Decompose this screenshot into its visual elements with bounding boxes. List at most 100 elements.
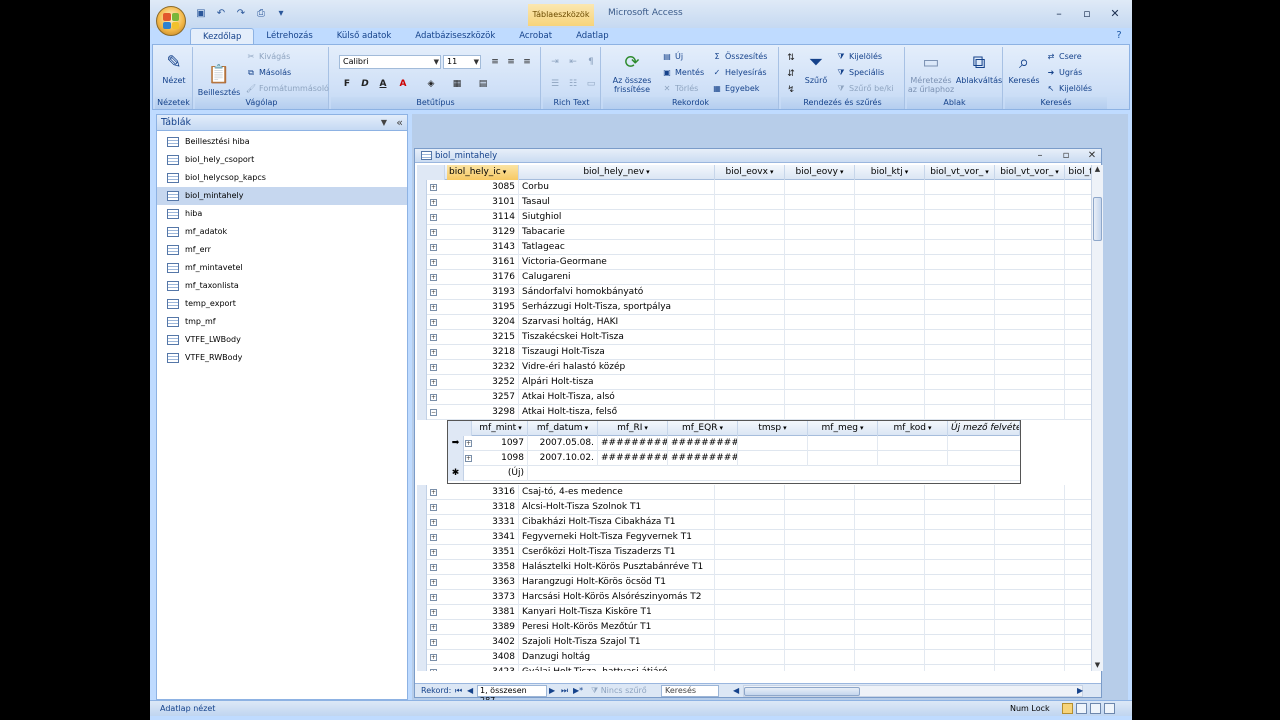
sub-cell[interactable]: ########## [598, 451, 668, 466]
row-selector[interactable] [417, 300, 427, 315]
clear-sort-icon[interactable]: ↯ [783, 83, 799, 97]
expand-icon[interactable]: + [430, 199, 437, 206]
dropdown-arrow-icon[interactable]: ▾ [719, 424, 723, 432]
cell-biol-hely-id[interactable]: 3218 [447, 345, 519, 360]
cell-empty[interactable] [785, 635, 855, 650]
select-button[interactable]: ↖ Kijelölés [1045, 83, 1092, 95]
undo-icon[interactable]: ↶ [214, 8, 228, 20]
view-button[interactable]: ✎ Nézet [159, 49, 189, 86]
cell-biol-hely-id[interactable]: 3215 [447, 330, 519, 345]
cell-empty[interactable] [785, 390, 855, 405]
cell-empty[interactable] [995, 665, 1065, 671]
expand-icon[interactable]: + [430, 289, 437, 296]
cell-empty[interactable] [995, 225, 1065, 240]
row-selector[interactable] [417, 390, 427, 405]
tab-kulso-adatok[interactable]: Külső adatok [325, 28, 404, 44]
cell-empty[interactable] [785, 345, 855, 360]
sub-cell[interactable]: 2007.10.02. [528, 451, 598, 466]
table-row[interactable]: +3318 Alcsi-Holt-Tisza Szolnok T1 [417, 500, 1097, 515]
minimize-icon[interactable]: – [1033, 149, 1047, 163]
cell-biol-hely-id[interactable]: 3161 [447, 255, 519, 270]
cell-empty[interactable] [715, 195, 785, 210]
copy-button[interactable]: ⧉ Másolás [245, 67, 291, 79]
cell-empty[interactable] [855, 530, 925, 545]
nav-item-table[interactable]: biol_helycsop_kapcs [157, 169, 407, 187]
cell-empty[interactable] [715, 285, 785, 300]
cell-empty[interactable] [855, 665, 925, 671]
table-row[interactable]: +3218 Tiszaugi Holt-Tisza [417, 345, 1097, 360]
chevron-down-icon[interactable]: ▼ [381, 118, 387, 127]
cell-empty[interactable] [925, 530, 995, 545]
sub-cell[interactable]: ########## [668, 436, 738, 451]
highlight-icon[interactable]: ▭ [583, 77, 599, 91]
cell-empty[interactable] [785, 225, 855, 240]
cell-biol-hely-nev[interactable]: Tasaul [519, 195, 715, 210]
table-row[interactable]: +3143 Tatlageac [417, 240, 1097, 255]
totals-button[interactable]: Σ Összesítés [711, 51, 767, 63]
table-row[interactable]: +3252 Alpári Holt-tisza [417, 375, 1097, 390]
cell-biol-hely-nev[interactable]: Alcsi-Holt-Tisza Szolnok T1 [519, 500, 715, 515]
expand-icon[interactable]: + [430, 564, 437, 571]
cell-biol-hely-id[interactable]: 3389 [447, 620, 519, 635]
cell-empty[interactable] [995, 375, 1065, 390]
sub-cell-empty[interactable] [878, 451, 948, 466]
cell-empty[interactable] [995, 345, 1065, 360]
table-row[interactable]: +3193 Sándorfalvi homokbányató [417, 285, 1097, 300]
dropdown-arrow-icon[interactable]: ▾ [860, 424, 864, 432]
cell-biol-hely-nev[interactable]: Fegyverneki Holt-Tisza Fegyvernek T1 [519, 530, 715, 545]
tab-acrobat[interactable]: Acrobat [507, 28, 564, 44]
fit-to-form-button[interactable]: ▭ Méretezés az űrlaphoz [907, 49, 955, 95]
cell-empty[interactable] [855, 195, 925, 210]
font-color-icon[interactable]: A [395, 77, 411, 91]
row-selector[interactable] [417, 375, 427, 390]
cell-empty[interactable] [995, 560, 1065, 575]
cell-empty[interactable] [855, 485, 925, 500]
cell-empty[interactable] [995, 635, 1065, 650]
row-selector[interactable] [448, 451, 464, 466]
sub-column-header[interactable]: mf_EQR ▾ [668, 421, 738, 436]
expand-icon[interactable]: + [430, 244, 437, 251]
nav-item-table[interactable]: VTFE_LWBody [157, 331, 407, 349]
expand-icon[interactable]: + [430, 549, 437, 556]
refresh-all-button[interactable]: ⟳ Az összes frissítése [607, 49, 657, 95]
new-record-nav-icon[interactable]: ▶* [573, 684, 583, 698]
record-position-field[interactable]: 1, összesen 287 [477, 685, 547, 705]
sub-cell-empty[interactable] [738, 451, 808, 466]
cell-empty[interactable] [715, 650, 785, 665]
cell-biol-hely-nev[interactable]: Csaj-tó, 4-es medence [519, 485, 715, 500]
cell-empty[interactable] [995, 390, 1065, 405]
sub-cell[interactable]: 1097 [474, 436, 528, 451]
toggle-filter-button[interactable]: ⧩ Szűrő be/ki [835, 83, 893, 95]
cell-biol-hely-nev[interactable]: Tatlageac [519, 240, 715, 255]
cell-biol-hely-id[interactable]: 3252 [447, 375, 519, 390]
cell-empty[interactable] [785, 665, 855, 671]
cell-biol-hely-nev[interactable]: Siutghiol [519, 210, 715, 225]
cell-biol-hely-nev[interactable]: Danzugi holtág [519, 650, 715, 665]
expand-icon[interactable]: + [430, 229, 437, 236]
expand-icon[interactable]: + [430, 489, 437, 496]
cell-biol-hely-id[interactable]: 3408 [447, 650, 519, 665]
cell-empty[interactable] [785, 590, 855, 605]
sub-table-row[interactable]: +10982007.10.02.#################### [448, 451, 1020, 466]
cell-empty[interactable] [995, 180, 1065, 195]
cell-biol-hely-nev[interactable]: Harangzugi Holt-Körös öcsöd T1 [519, 575, 715, 590]
collapse-icon[interactable]: − [430, 409, 437, 416]
cell-biol-hely-nev[interactable]: Cibakházi Holt-Tisza Cibakháza T1 [519, 515, 715, 530]
vertical-scroll-thumb[interactable] [1093, 197, 1102, 241]
dropdown-arrow-icon[interactable]: ▾ [905, 168, 909, 176]
expand-icon[interactable]: + [430, 609, 437, 616]
row-selector[interactable] [417, 620, 427, 635]
nav-item-table[interactable]: mf_err [157, 241, 407, 259]
cut-button[interactable]: ✂ Kivágás [245, 51, 291, 63]
nav-item-table[interactable]: Beillesztési hiba [157, 133, 407, 151]
format-painter-button[interactable]: 🖌 Formátummásoló [245, 83, 329, 95]
dropdown-arrow-icon[interactable]: ▾ [503, 168, 507, 176]
close-icon[interactable]: ✕ [1085, 149, 1099, 163]
cell-empty[interactable] [785, 605, 855, 620]
cell-biol-hely-id[interactable]: 3232 [447, 360, 519, 375]
restore-icon[interactable]: ▫ [1078, 7, 1096, 21]
cell-empty[interactable] [715, 590, 785, 605]
cell-biol-hely-id[interactable]: 3257 [447, 390, 519, 405]
cell-empty[interactable] [785, 285, 855, 300]
dropdown-arrow-icon[interactable]: ▾ [783, 424, 787, 432]
